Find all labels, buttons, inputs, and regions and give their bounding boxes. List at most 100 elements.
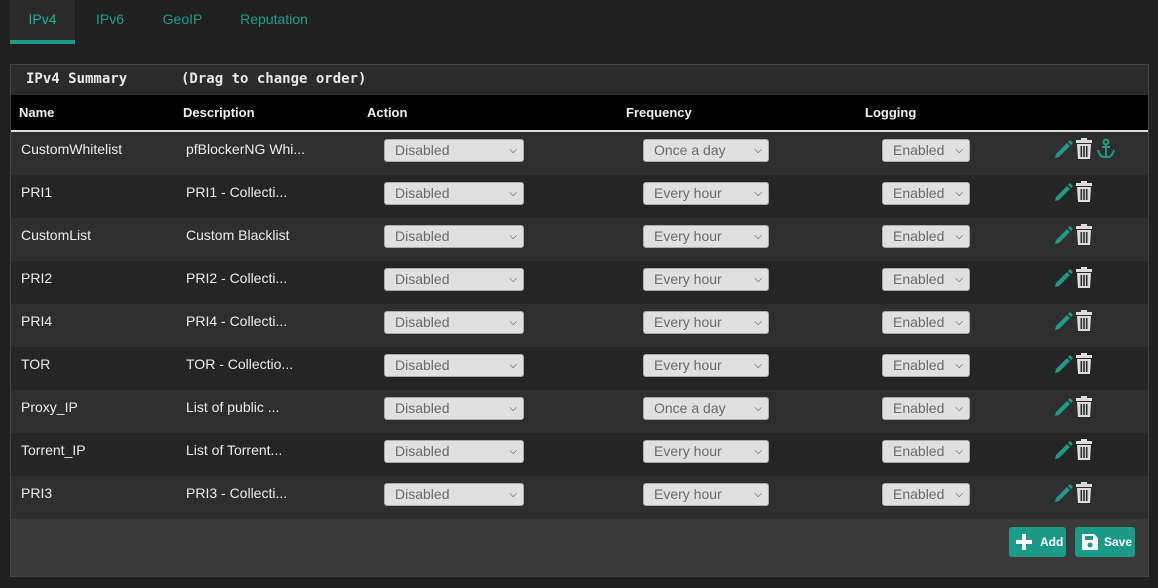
trash-icon[interactable]	[1074, 482, 1094, 504]
add-button[interactable]: Add	[1009, 527, 1066, 557]
logging-select[interactable]: Enabled ⌵	[882, 225, 970, 248]
trash-icon[interactable]	[1074, 224, 1094, 246]
logging-select[interactable]: Enabled ⌵	[882, 483, 970, 506]
tab-ipv6[interactable]: IPv6	[85, 0, 135, 44]
table-header: Name Description Action Frequency Loggin…	[11, 95, 1148, 132]
chevron-down-icon: ⌵	[754, 145, 762, 156]
logging-select[interactable]: Enabled ⌵	[882, 354, 970, 377]
chevron-down-icon: ⌵	[955, 231, 963, 242]
panel-subtitle: (Drag to change order)	[181, 71, 367, 87]
chevron-down-icon: ⌵	[955, 317, 963, 328]
trash-icon[interactable]	[1074, 267, 1094, 289]
chevron-down-icon: ⌵	[754, 403, 762, 414]
table-row[interactable]: PRI1 PRI1 - Collecti... Disabled ⌵ Every …	[11, 175, 1148, 218]
pencil-icon[interactable]	[1053, 396, 1073, 418]
tab-geoip[interactable]: GeoIP	[150, 0, 215, 44]
trash-icon[interactable]	[1074, 353, 1094, 375]
header-action: Action	[367, 105, 408, 120]
chevron-down-icon: ⌵	[509, 360, 517, 371]
pencil-icon[interactable]	[1053, 224, 1073, 246]
pencil-icon[interactable]	[1053, 482, 1073, 504]
header-frequency: Frequency	[626, 105, 692, 120]
logging-select[interactable]: Enabled ⌵	[882, 139, 970, 162]
pencil-icon[interactable]	[1053, 181, 1073, 203]
logging-select[interactable]: Enabled ⌵	[882, 182, 970, 205]
logging-select[interactable]: Enabled ⌵	[882, 311, 970, 334]
logging-select[interactable]: Enabled ⌵	[882, 440, 970, 463]
chevron-down-icon: ⌵	[955, 360, 963, 371]
trash-icon[interactable]	[1074, 181, 1094, 203]
tab-bar: IPv4 IPv6 GeoIP Reputation	[0, 0, 1158, 44]
tab-ipv4[interactable]: IPv4	[10, 0, 75, 44]
table-row[interactable]: TOR TOR - Collectio... Disabled ⌵ Every h…	[11, 347, 1148, 390]
floppy-icon	[1082, 534, 1098, 550]
header-logging: Logging	[865, 105, 917, 120]
plus-icon	[1016, 534, 1032, 550]
chevron-down-icon: ⌵	[754, 317, 762, 328]
action-select[interactable]: Disabled ⌵	[384, 311, 524, 334]
chevron-down-icon: ⌵	[955, 188, 963, 199]
action-select[interactable]: Disabled ⌵	[384, 483, 524, 506]
chevron-down-icon: ⌵	[955, 403, 963, 414]
pencil-icon[interactable]	[1053, 310, 1073, 332]
row-name: Proxy_IP	[21, 399, 78, 415]
frequency-select[interactable]: Every hour ⌵	[643, 268, 769, 291]
chevron-down-icon: ⌵	[509, 231, 517, 242]
panel-title-bar: IPv4 Summary (Drag to change order)	[11, 65, 1148, 95]
pencil-icon[interactable]	[1053, 267, 1073, 289]
table-row[interactable]: Proxy_IP List of public ... Disabled ⌵ On…	[11, 390, 1148, 433]
ipv4-summary-panel: IPv4 Summary (Drag to change order) Name…	[10, 64, 1149, 577]
action-select[interactable]: Disabled ⌵	[384, 139, 524, 162]
frequency-select[interactable]: Once a day ⌵	[643, 139, 769, 162]
row-name: TOR	[21, 356, 51, 372]
table-row[interactable]: Torrent_IP List of Torrent... Disabled ⌵ …	[11, 433, 1148, 476]
frequency-select[interactable]: Once a day ⌵	[643, 397, 769, 420]
chevron-down-icon: ⌵	[955, 489, 963, 500]
chevron-down-icon: ⌵	[754, 231, 762, 242]
chevron-down-icon: ⌵	[754, 360, 762, 371]
trash-icon[interactable]	[1074, 439, 1094, 461]
action-select[interactable]: Disabled ⌵	[384, 440, 524, 463]
trash-icon[interactable]	[1074, 138, 1094, 160]
frequency-select[interactable]: Every hour ⌵	[643, 311, 769, 334]
tab-reputation[interactable]: Reputation	[228, 0, 320, 44]
chevron-down-icon: ⌵	[509, 489, 517, 500]
action-select[interactable]: Disabled ⌵	[384, 354, 524, 377]
frequency-select[interactable]: Every hour ⌵	[643, 483, 769, 506]
table-row[interactable]: CustomList Custom Blacklist Disabled ⌵ Ev…	[11, 218, 1148, 261]
action-select[interactable]: Disabled ⌵	[384, 182, 524, 205]
table-row[interactable]: PRI4 PRI4 - Collecti... Disabled ⌵ Every …	[11, 304, 1148, 347]
logging-select[interactable]: Enabled ⌵	[882, 268, 970, 291]
pencil-icon[interactable]	[1053, 353, 1073, 375]
pencil-icon[interactable]	[1053, 138, 1073, 160]
frequency-select[interactable]: Every hour ⌵	[643, 440, 769, 463]
table-body: CustomWhitelist pfBlockerNG Whi... Disab…	[11, 132, 1148, 519]
trash-icon[interactable]	[1074, 396, 1094, 418]
table-row[interactable]: CustomWhitelist pfBlockerNG Whi... Disab…	[11, 132, 1148, 175]
chevron-down-icon: ⌵	[955, 274, 963, 285]
row-description: List of Torrent...	[186, 442, 283, 458]
add-button-label: Add	[1040, 535, 1064, 549]
chevron-down-icon: ⌵	[754, 188, 762, 199]
table-row[interactable]: PRI3 PRI3 - Collecti... Disabled ⌵ Every …	[11, 476, 1148, 519]
frequency-select[interactable]: Every hour ⌵	[643, 354, 769, 377]
logging-select[interactable]: Enabled ⌵	[882, 397, 970, 420]
table-row[interactable]: PRI2 PRI2 - Collecti... Disabled ⌵ Every …	[11, 261, 1148, 304]
row-name: PRI3	[21, 485, 53, 501]
frequency-select[interactable]: Every hour ⌵	[643, 182, 769, 205]
pencil-icon[interactable]	[1053, 439, 1073, 461]
row-description: PRI2 - Collecti...	[186, 270, 288, 286]
row-description: PRI4 - Collecti...	[186, 313, 288, 329]
row-name: PRI1	[21, 184, 53, 200]
action-select[interactable]: Disabled ⌵	[384, 225, 524, 248]
chevron-down-icon: ⌵	[509, 145, 517, 156]
anchor-icon[interactable]	[1096, 138, 1116, 160]
action-select[interactable]: Disabled ⌵	[384, 397, 524, 420]
frequency-select[interactable]: Every hour ⌵	[643, 225, 769, 248]
chevron-down-icon: ⌵	[509, 274, 517, 285]
trash-icon[interactable]	[1074, 310, 1094, 332]
action-select[interactable]: Disabled ⌵	[384, 268, 524, 291]
save-button[interactable]: Save	[1075, 527, 1135, 557]
chevron-down-icon: ⌵	[955, 145, 963, 156]
row-name: CustomList	[21, 227, 92, 243]
